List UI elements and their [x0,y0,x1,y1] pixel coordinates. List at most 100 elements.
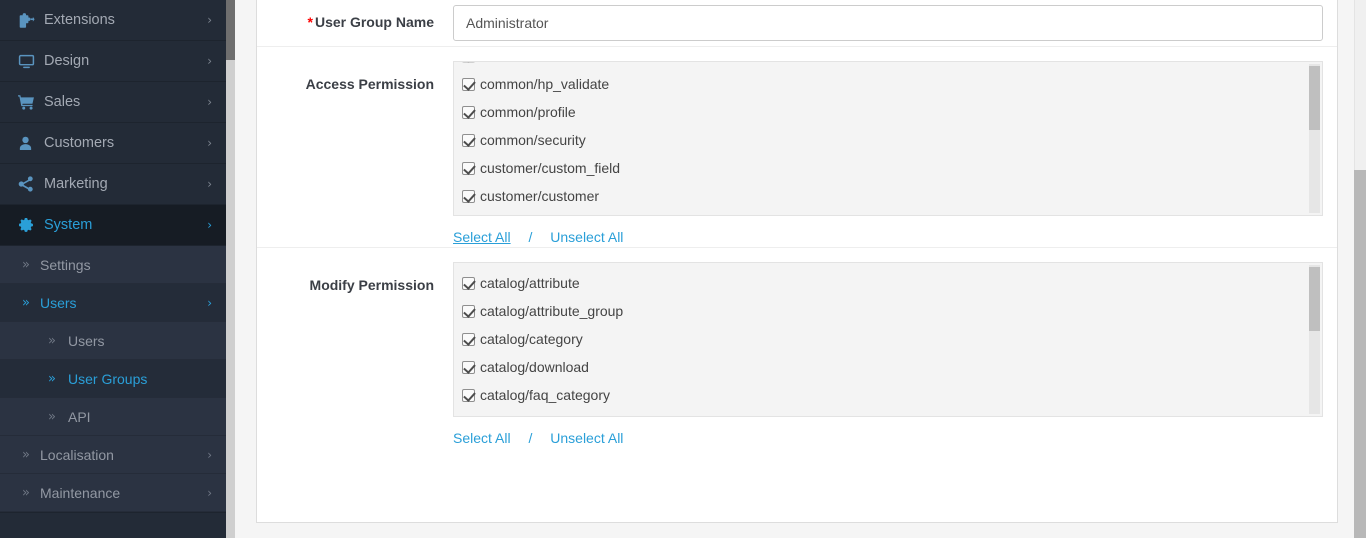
permission-label: catalog/faq_category [480,387,610,403]
sidebar-item-marketing[interactable]: Marketing › [0,164,226,205]
list-item[interactable] [462,61,1314,70]
gear-icon [18,217,44,233]
modify-select-all-link[interactable]: Select All [453,430,511,446]
chevron-right-icon: › [207,486,212,500]
access-permission-list[interactable]: common/hp_validate common/profile common… [453,61,1323,216]
checkbox-icon[interactable] [462,134,475,147]
modify-list-scrollbar-thumb[interactable] [1309,267,1320,331]
checkbox-icon[interactable] [462,305,475,318]
modify-permission-select-links: Select All / Unselect All [453,417,1323,448]
label-text: User Group Name [315,14,434,30]
share-icon [18,176,44,192]
page-scrollbar-thumb[interactable] [1354,170,1366,538]
form-row-modify-permission: Modify Permission catalog/attribute cata… [257,248,1337,448]
sidebar-item-label: Users [68,333,105,349]
sidebar-item-label: Extensions [44,12,226,28]
checkbox-icon[interactable] [462,162,475,175]
sidebar-item-sales[interactable]: Sales › [0,82,226,123]
link-separator: / [528,229,532,245]
sidebar-navigation: Extensions › Design › Sales › Customers … [0,0,226,538]
label-text: Modify Permission [310,277,434,293]
permission-label: catalog/attribute_group [480,303,623,319]
list-item[interactable]: catalog/attribute_group [462,297,1314,325]
sidebar-item-label: Design [44,53,226,69]
double-chevron-icon: » [48,409,56,424]
form-row-user-group-name: *User Group Name [257,0,1337,47]
permission-label: customer/custom_field [480,160,620,176]
user-icon [18,136,44,151]
list-item[interactable]: customer/customer [462,182,1314,210]
sidebar-item-api[interactable]: » API [0,398,226,436]
list-item[interactable]: common/profile [462,98,1314,126]
sidebar-item-extensions[interactable]: Extensions › [0,0,226,41]
list-item[interactable]: catalog/faq_category [462,381,1314,409]
checkbox-icon[interactable] [462,361,475,374]
user-group-name-label: *User Group Name [257,13,453,31]
sidebar-item-system[interactable]: System › [0,205,226,246]
sidebar-scrollbar-thumb[interactable] [226,0,235,60]
access-permission-control: common/hp_validate common/profile common… [453,61,1339,247]
list-item[interactable]: common/hp_validate [462,70,1314,98]
checkbox-icon[interactable] [462,106,475,119]
sidebar-item-label: Localisation [40,447,114,463]
double-chevron-icon: » [22,295,30,310]
modify-unselect-all-link[interactable]: Unselect All [550,430,623,446]
sidebar-item-label: Customers [44,135,226,151]
sidebar-item-localisation[interactable]: » Localisation › [0,436,226,474]
access-select-all-link[interactable]: Select All [453,229,511,245]
admin-page: Extensions › Design › Sales › Customers … [0,0,1366,538]
permission-label: common/hp_validate [480,76,609,92]
list-item[interactable]: catalog/category [462,325,1314,353]
user-group-form-panel: *User Group Name Access Permission [256,0,1338,523]
sidebar-item-design[interactable]: Design › [0,41,226,82]
sidebar-item-user-groups[interactable]: » User Groups [0,360,226,398]
chevron-right-icon: › [207,177,212,191]
permission-label: catalog/attribute [480,275,580,291]
checkbox-icon[interactable] [462,333,475,346]
checkbox-icon[interactable] [462,78,475,91]
permission-label: customer/customer [480,188,599,204]
checkbox-icon[interactable] [462,277,475,290]
access-list-scrollbar-thumb[interactable] [1309,66,1320,130]
chevron-right-icon: › [207,136,212,150]
permission-label: common/profile [480,104,576,120]
sidebar-item-label: Users [40,295,77,311]
sidebar-item-label: Maintenance [40,485,120,501]
sidebar-item-users-list[interactable]: » Users [0,322,226,360]
checkbox-icon[interactable] [462,190,475,203]
list-item[interactable]: catalog/download [462,353,1314,381]
sidebar-item-label: System [44,217,226,233]
sidebar-item-maintenance[interactable]: » Maintenance › [0,474,226,512]
sidebar-item-customers[interactable]: Customers › [0,123,226,164]
form-row-access-permission: Access Permission common/hp_validate [257,47,1337,248]
double-chevron-icon: » [48,371,56,386]
double-chevron-icon: » [48,333,56,348]
chevron-right-icon: › [207,95,212,109]
double-chevron-icon: » [22,257,30,272]
chevron-right-icon: › [207,13,212,27]
main-content: *User Group Name Access Permission [235,0,1354,538]
permission-label: catalog/category [480,331,583,347]
list-item[interactable]: common/security [462,126,1314,154]
sidebar-item-label: User Groups [68,371,147,387]
sidebar-item-label: Sales [44,94,226,110]
list-item[interactable]: catalog/attribute [462,269,1314,297]
checkbox-icon[interactable] [462,61,475,63]
sidebar-item-reports[interactable]: Reports [0,512,226,538]
sidebar-scrollbar-track[interactable] [226,0,235,538]
user-group-name-input[interactable] [453,5,1323,41]
modify-permission-control: catalog/attribute catalog/attribute_grou… [453,262,1339,448]
checkbox-icon[interactable] [462,389,475,402]
access-permission-select-links: Select All / Unselect All [453,216,1323,247]
sidebar-item-label: Settings [40,257,91,273]
modify-permission-label: Modify Permission [257,262,453,294]
modify-permission-list[interactable]: catalog/attribute catalog/attribute_grou… [453,262,1323,417]
chevron-right-icon: › [207,448,212,462]
required-marker: * [308,14,313,30]
sidebar-item-settings[interactable]: » Settings [0,246,226,284]
sidebar-item-users[interactable]: » Users › [0,284,226,322]
access-unselect-all-link[interactable]: Unselect All [550,229,623,245]
link-separator: / [528,430,532,446]
list-item[interactable]: customer/custom_field [462,154,1314,182]
sidebar-item-label: Marketing [44,176,226,192]
